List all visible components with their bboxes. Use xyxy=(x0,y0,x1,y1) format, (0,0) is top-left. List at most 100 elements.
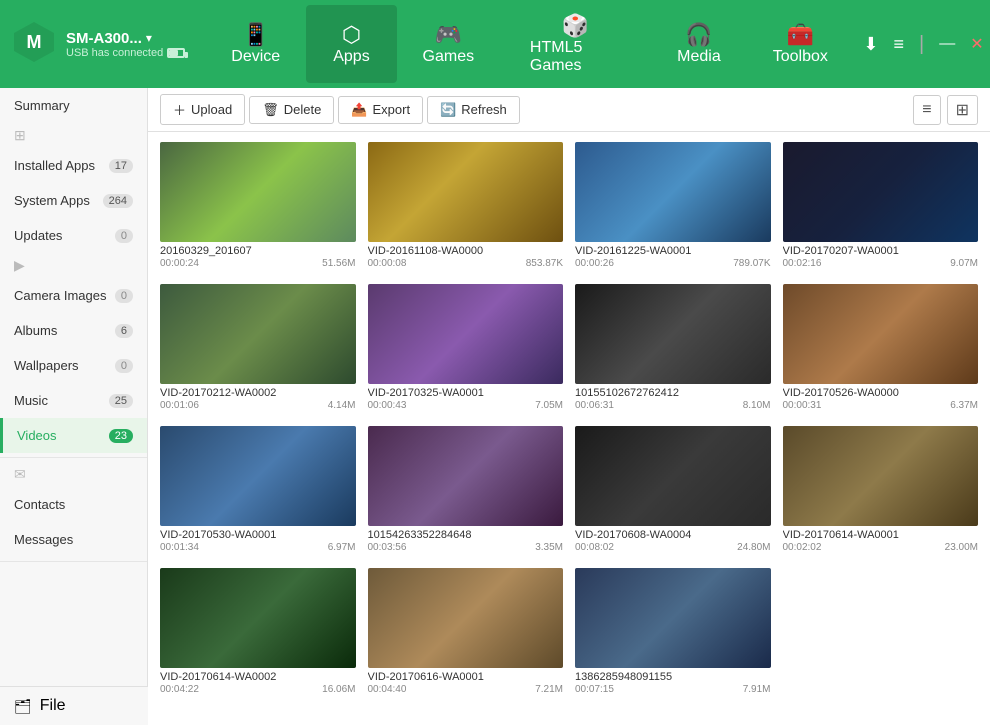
delete-button[interactable]: 🗑 Delete xyxy=(249,96,334,124)
nav-html5[interactable]: 🎲 HTML5 Games xyxy=(500,5,651,83)
nav-games-label: Games xyxy=(423,48,475,66)
export-icon: 📤 xyxy=(351,102,367,118)
video-duration: 00:00:43 xyxy=(368,400,407,411)
refresh-label: Refresh xyxy=(461,102,507,117)
refresh-icon: 🔄 xyxy=(440,102,456,118)
device-info: SM-A300... ▾ USB has connected xyxy=(66,30,185,59)
video-card[interactable]: VID-20170207-WA0001 00:02:16 9.07M xyxy=(783,142,979,272)
thumb-inner xyxy=(575,426,771,526)
export-label: Export xyxy=(373,102,411,117)
video-duration: 00:06:31 xyxy=(575,400,614,411)
sidebar-item-system-apps[interactable]: System Apps 264 xyxy=(0,183,147,218)
list-view-button[interactable]: ≡ xyxy=(913,95,940,125)
video-name: VID-20161225-WA0001 xyxy=(575,245,771,257)
upload-button[interactable]: ＋ Upload xyxy=(160,94,245,125)
video-info: VID-20170526-WA0000 00:00:31 6.37M xyxy=(783,384,979,414)
video-size: 3.35M xyxy=(535,542,563,553)
video-card[interactable]: VID-20170212-WA0002 00:01:06 4.14M xyxy=(160,284,356,414)
nav-media[interactable]: 🎧 Media xyxy=(651,5,747,83)
file-button[interactable]: 🗂 File xyxy=(14,697,134,715)
video-size: 4.14M xyxy=(328,400,356,411)
video-name: VID-20170325-WA0001 xyxy=(368,387,564,399)
video-duration: 00:00:08 xyxy=(368,258,407,269)
thumb-inner xyxy=(575,142,771,242)
video-duration: 00:00:24 xyxy=(160,258,199,269)
nav-games[interactable]: 🎮 Games xyxy=(397,5,500,83)
video-card[interactable]: 1386285948091155 00:07:15 7.91M xyxy=(575,568,771,698)
window-actions: ⬇ ≡ | — ✕ xyxy=(863,33,983,56)
video-size: 23.00M xyxy=(945,542,978,553)
video-card[interactable]: VID-20170530-WA0001 00:01:34 6.97M xyxy=(160,426,356,556)
close-button[interactable]: ✕ xyxy=(970,34,983,54)
thumb-inner xyxy=(368,426,564,526)
video-card[interactable]: VID-20170614-WA0002 00:04:22 16.06M xyxy=(160,568,356,698)
sidebar-item-music[interactable]: Music 25 xyxy=(0,383,147,418)
sidebar-item-contacts[interactable]: Contacts xyxy=(0,487,147,522)
menu-button[interactable]: ≡ xyxy=(893,34,904,55)
toolbar: ＋ Upload 🗑 Delete 📤 Export 🔄 Refresh ≡ ⊞ xyxy=(148,88,990,132)
minimize-button[interactable]: — xyxy=(939,35,955,53)
video-thumbnail xyxy=(368,568,564,668)
video-card[interactable]: VID-20170325-WA0001 00:00:43 7.05M xyxy=(368,284,564,414)
delete-icon: 🗑 xyxy=(262,102,279,118)
sidebar-item-camera-images[interactable]: Camera Images 0 xyxy=(0,278,147,313)
grid-view-button[interactable]: ⊞ xyxy=(947,95,978,125)
sidebar-item-wallpapers[interactable]: Wallpapers 0 xyxy=(0,348,147,383)
export-button[interactable]: 📤 Export xyxy=(338,96,423,124)
svg-text:M: M xyxy=(27,32,42,52)
video-thumbnail xyxy=(575,426,771,526)
video-card[interactable]: 10154263352284648 00:03:56 3.35M xyxy=(368,426,564,556)
refresh-button[interactable]: 🔄 Refresh xyxy=(427,96,520,124)
system-apps-label: System Apps xyxy=(14,193,90,208)
thumb-inner xyxy=(368,568,564,668)
thumb-inner xyxy=(160,142,356,242)
video-card[interactable]: VID-20161225-WA0001 00:00:26 789.07K xyxy=(575,142,771,272)
nav-device[interactable]: 📱 Device xyxy=(205,5,306,83)
video-meta: 00:06:31 8.10M xyxy=(575,400,771,411)
video-name: VID-20170614-WA0001 xyxy=(783,529,979,541)
video-card[interactable]: 20160329_201607 00:00:24 51.56M xyxy=(160,142,356,272)
video-card[interactable]: VID-20170526-WA0000 00:00:31 6.37M xyxy=(783,284,979,414)
video-size: 7.05M xyxy=(535,400,563,411)
thumb-inner xyxy=(160,426,356,526)
video-card[interactable]: VID-20170608-WA0004 00:08:02 24.80M xyxy=(575,426,771,556)
nav-media-label: Media xyxy=(677,48,721,66)
video-thumbnail xyxy=(160,284,356,384)
sidebar-divider xyxy=(0,457,147,458)
sidebar-item-albums[interactable]: Albums 6 xyxy=(0,313,147,348)
videos-badge: 23 xyxy=(109,429,133,443)
messages-label: Messages xyxy=(14,532,73,547)
nav-html5-label: HTML5 Games xyxy=(530,39,621,75)
video-grid: 20160329_201607 00:00:24 51.56M VID-2016… xyxy=(148,132,990,708)
sidebar-item-videos[interactable]: Videos 23 xyxy=(0,418,147,453)
dropdown-arrow[interactable]: ▾ xyxy=(146,31,152,45)
video-name: 20160329_201607 xyxy=(160,245,356,257)
video-size: 6.37M xyxy=(950,400,978,411)
video-name: VID-20161108-WA0000 xyxy=(368,245,564,257)
sidebar-item-installed-apps[interactable]: Installed Apps 17 xyxy=(0,148,147,183)
video-meta: 00:00:26 789.07K xyxy=(575,258,771,269)
upload-label: Upload xyxy=(191,102,232,117)
video-card[interactable]: VID-20161108-WA0000 00:00:08 853.87K xyxy=(368,142,564,272)
sidebar-item-updates[interactable]: Updates 0 xyxy=(0,218,147,253)
installed-apps-badge: 17 xyxy=(109,159,133,173)
usb-status: USB has connected xyxy=(66,47,163,59)
video-name: VID-20170616-WA0001 xyxy=(368,671,564,683)
video-duration: 00:04:40 xyxy=(368,684,407,695)
video-meta: 00:00:43 7.05M xyxy=(368,400,564,411)
video-card[interactable]: 10155102672762412 00:06:31 8.10M xyxy=(575,284,771,414)
nav-apps[interactable]: ⬡ Apps xyxy=(306,5,397,83)
nav-apps-label: Apps xyxy=(333,48,369,66)
thumb-inner xyxy=(783,284,979,384)
sidebar-item-messages[interactable]: Messages xyxy=(0,522,147,557)
download-button[interactable]: ⬇ xyxy=(863,34,878,55)
video-card[interactable]: VID-20170616-WA0001 00:04:40 7.21M xyxy=(368,568,564,698)
nav-toolbox[interactable]: 🧰 Toolbox xyxy=(747,5,853,83)
video-info: VID-20170530-WA0001 00:01:34 6.97M xyxy=(160,526,356,556)
video-card[interactable]: VID-20170614-WA0001 00:02:02 23.00M xyxy=(783,426,979,556)
video-thumbnail xyxy=(160,568,356,668)
camera-images-label: Camera Images xyxy=(14,288,106,303)
video-info: VID-20170325-WA0001 00:00:43 7.05M xyxy=(368,384,564,414)
sidebar-item-summary[interactable]: Summary xyxy=(0,88,147,123)
toolbox-icon: 🧰 xyxy=(787,22,814,48)
